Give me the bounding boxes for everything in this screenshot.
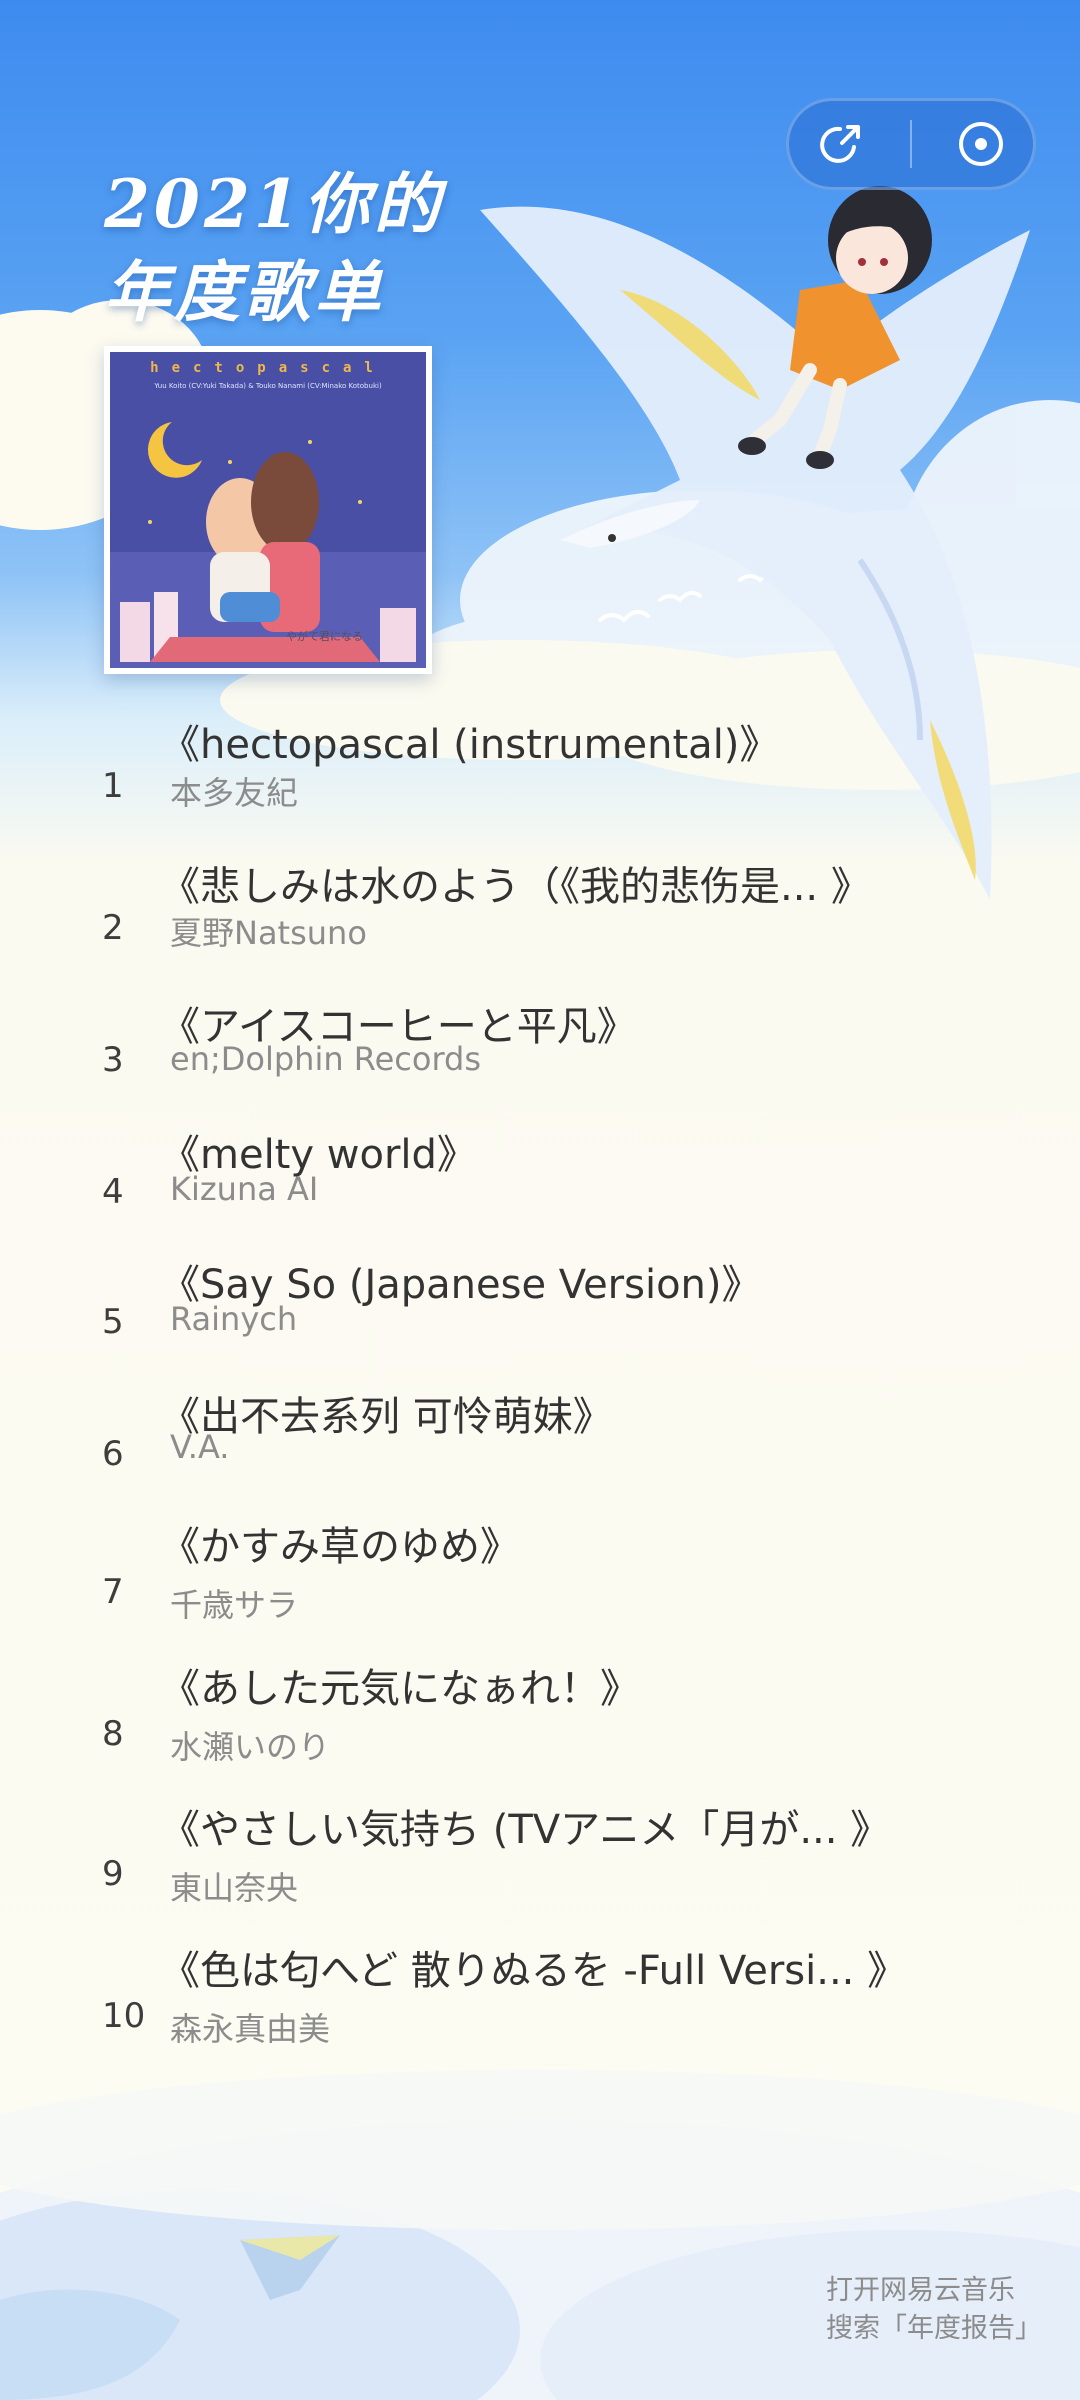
song-item[interactable]: 9 《やさしい気持ち (TVアニメ「月が... 》東山奈央 (0, 1797, 1080, 1927)
song-artist: 森永真由美 (170, 2010, 331, 2048)
song-item[interactable]: 6 《出不去系列 可怜萌妹》 V.A. (0, 1384, 1080, 1514)
song-item[interactable]: 10 《色は匂へど 散りぬるを -Full Versi... 》森永真由美 (0, 1938, 1080, 2068)
song-artist: 千歳サラ (170, 1586, 299, 1624)
title-line-2: 年度歌单 (104, 253, 384, 331)
song-item[interactable]: 5 《Say So (Japanese Version)》 Rainych (0, 1252, 1080, 1382)
top-action-bar (786, 98, 1036, 190)
album-cover-art (110, 352, 426, 668)
song-title: 《かすみ草のゆめ》 (160, 1524, 520, 1570)
song-item[interactable]: 8 《あした元気になぁれ！》水瀬いのり (0, 1656, 1080, 1786)
share-button[interactable] (806, 109, 876, 179)
song-title: 《出不去系列 可怜萌妹》 (160, 1394, 613, 1440)
song-item[interactable]: 1 《hectopascal (instrumental)》本多友紀 (0, 712, 1080, 842)
song-title: 《hectopascal (instrumental)》 (160, 722, 780, 768)
record-icon (959, 122, 1003, 166)
cloud-bottom (0, 2070, 1080, 2400)
pill-divider (910, 120, 912, 168)
song-item[interactable]: 4 《melty world》 Kizuna AI (0, 1122, 1080, 1252)
song-artist: V.A. (170, 1428, 230, 1466)
footer-line-2: 搜索「年度报告」 (826, 2313, 1042, 2344)
footer-hint: 打开网易云音乐 搜索「年度报告」 (826, 2272, 1042, 2348)
song-item[interactable]: 2 《悲しみは水のよう（《我的悲伤是... 》夏野Natsuno (0, 854, 1080, 984)
song-rank: 6 (102, 1434, 124, 1474)
song-item[interactable]: 7 《かすみ草のゆめ》千歳サラ (0, 1514, 1080, 1644)
song-rank: 5 (102, 1302, 124, 1342)
song-artist: en;Dolphin Records (170, 1040, 482, 1078)
song-title: 《やさしい気持ち (TVアニメ「月が... 》 (160, 1807, 891, 1853)
song-rank: 9 (102, 1854, 124, 1894)
song-artist: Rainych (170, 1300, 298, 1338)
song-rank: 7 (102, 1572, 124, 1612)
song-rank: 8 (102, 1714, 124, 1754)
song-title: 《あした元気になぁれ！》 (160, 1666, 640, 1712)
album-cover[interactable]: hectopascal Yuu Koito (CV:Yuki Takada) &… (104, 346, 432, 674)
record-button[interactable] (946, 109, 1016, 179)
album-cover-subtitle: Yuu Koito (CV:Yuki Takada) & Touko Nanam… (154, 382, 382, 390)
song-title: 《悲しみは水のよう（《我的悲伤是... 》 (160, 864, 871, 910)
song-artist: 東山奈央 (170, 1869, 299, 1907)
page-title: 2021你的 年度歌单 (104, 160, 444, 336)
song-rank: 1 (102, 766, 124, 806)
share-icon (820, 125, 860, 163)
album-cover-title: hectopascal (150, 360, 386, 376)
song-title: 《色は匂へど 散りぬるを -Full Versi... 》 (160, 1948, 908, 1994)
song-rank: 2 (102, 908, 124, 948)
song-rank: 4 (102, 1172, 124, 1212)
footer-line-1: 打开网易云音乐 (826, 2275, 1015, 2306)
song-artist: Kizuna AI (170, 1170, 319, 1208)
song-artist: 水瀬いのり (170, 1728, 331, 1766)
song-rank: 10 (102, 1996, 146, 2036)
song-rank: 3 (102, 1040, 124, 1080)
song-artist: 本多友紀 (170, 774, 299, 812)
song-artist: 夏野Natsuno (170, 914, 367, 952)
title-line-1: 2021你的 (104, 165, 444, 243)
album-cover-logo: やがて君になる (286, 630, 363, 643)
song-item[interactable]: 3 《アイスコーヒーと平凡》 en;Dolphin Records (0, 994, 1080, 1124)
